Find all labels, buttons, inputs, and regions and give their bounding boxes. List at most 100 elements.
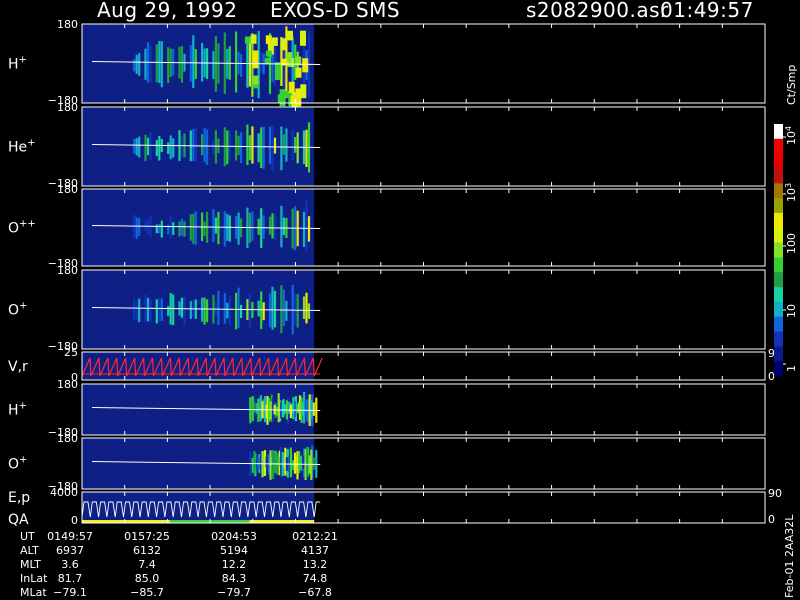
panel-label-text: O [8,457,19,473]
footer-row-label: ALT [20,544,39,557]
colorbar-tick-base: 10 [785,131,798,145]
spectral-streak [257,218,260,235]
panel-label: O++ [8,219,36,237]
colorbar-tick-base: 10 [785,188,798,202]
spectral-streak [235,31,238,93]
colorbar-swatch [774,272,783,288]
spectral-streak [237,287,240,328]
panel-7: E,p QA 4000 0 90 0 [8,486,782,528]
spectral-streak [312,402,315,416]
panel-label-sup: + [19,401,27,412]
y-tick-top: 180 [57,432,78,445]
spectral-streak [146,297,150,322]
spectral-streak [167,142,170,154]
colorbar-tick-label: 100 [785,233,798,254]
footer-value: 3.6 [61,558,79,571]
y-tick-top: 180 [57,183,78,196]
spectral-streak [302,455,305,470]
panel-label-text: H [8,57,19,73]
spectral-streak [257,300,260,317]
spectral-streak [228,295,231,326]
spectral-streak [305,292,308,324]
panel-label: H+ [8,401,27,419]
spectral-streak [305,200,308,251]
spectral-streak [312,457,315,470]
spectral-streak [201,42,204,82]
title-instrument: EXOS-D SMS [270,0,400,22]
spectral-streak [253,451,256,475]
spectral-streak [240,304,243,318]
spectral-streak [273,290,277,328]
spectral-streak [302,211,306,247]
spectral-streak [180,218,184,236]
spectral-streak [214,217,217,234]
spectral-streak [246,36,249,88]
panel-label: O+ [8,455,27,473]
spectral-streak [135,301,138,320]
colorbar-tick-exp: 3 [784,183,793,188]
spectral-streak [294,293,297,326]
spectral-streak [144,48,147,80]
spectral-streak [306,446,309,478]
panel-label: O+ [8,301,27,319]
spectral-streak [149,299,152,322]
spectral-blob [288,81,295,93]
spectral-streak [160,41,163,88]
footer-value: −79.1 [53,586,87,599]
spectral-streak [192,128,195,162]
spectral-streak [273,214,277,241]
spectral-streak [201,134,204,156]
spectral-streak [135,217,138,239]
footer-row-label: MLT [20,558,41,571]
spectral-streak [172,138,175,158]
spectral-streak [260,127,263,168]
spectral-streak [155,140,158,157]
colorbar-swatch [774,138,783,155]
colorbar-tick-label: 1 [785,365,798,372]
spectral-streak [248,37,251,87]
spectral-blob [287,30,293,41]
spectral-streak [212,209,215,243]
spectral-streak [271,125,274,171]
panel-group: H+180−180He+180−180O++180−180O+180−180V,… [8,18,782,528]
spectral-streak [285,128,288,162]
panel-3: O+180−180 [8,264,766,353]
spectral-streak [257,398,260,422]
spectral-streak [235,130,238,161]
spectral-streak [217,290,220,325]
spectral-streak [146,219,150,235]
colorbar-tick-label: 104 [784,126,798,145]
footer-row-label: InLat [20,572,48,585]
spectral-streak [189,301,192,319]
spectral-streak [262,126,265,169]
spectral-streak [296,294,299,328]
spectrogram-plot: Aug 29, 1992 EXOS-D SMS s2082900.asr 01:… [8,0,798,599]
footer-value: 0157:25 [124,530,170,543]
footer-value: 74.8 [303,572,328,585]
spectral-streak [269,401,272,420]
panel-label-text: O [8,303,19,319]
spectral-streak [260,51,263,73]
spectral-streak [146,137,150,156]
panel-label: He+ [8,138,36,156]
spectral-streak [280,205,283,248]
spectral-streak [237,212,240,245]
spectral-streak [226,130,229,165]
spectral-streak [158,223,161,234]
spectral-blob [265,35,272,45]
panel-label: V,r [8,359,28,375]
spectral-streak [217,211,220,245]
spectral-streak [206,129,209,165]
spectral-streak [223,293,226,324]
spectral-streak [138,298,141,323]
panel-label-text: O [8,221,19,237]
y-tick-top: 4000 [50,486,78,499]
spectral-streak [257,133,260,163]
spectral-streak [135,54,138,74]
spectral-streak [160,220,163,238]
spectral-blob [244,36,251,44]
panel-label-text: He [8,140,27,156]
panel-label-sup: + [19,455,27,466]
spectral-streak [273,137,277,154]
footer-value: 4137 [301,544,329,557]
